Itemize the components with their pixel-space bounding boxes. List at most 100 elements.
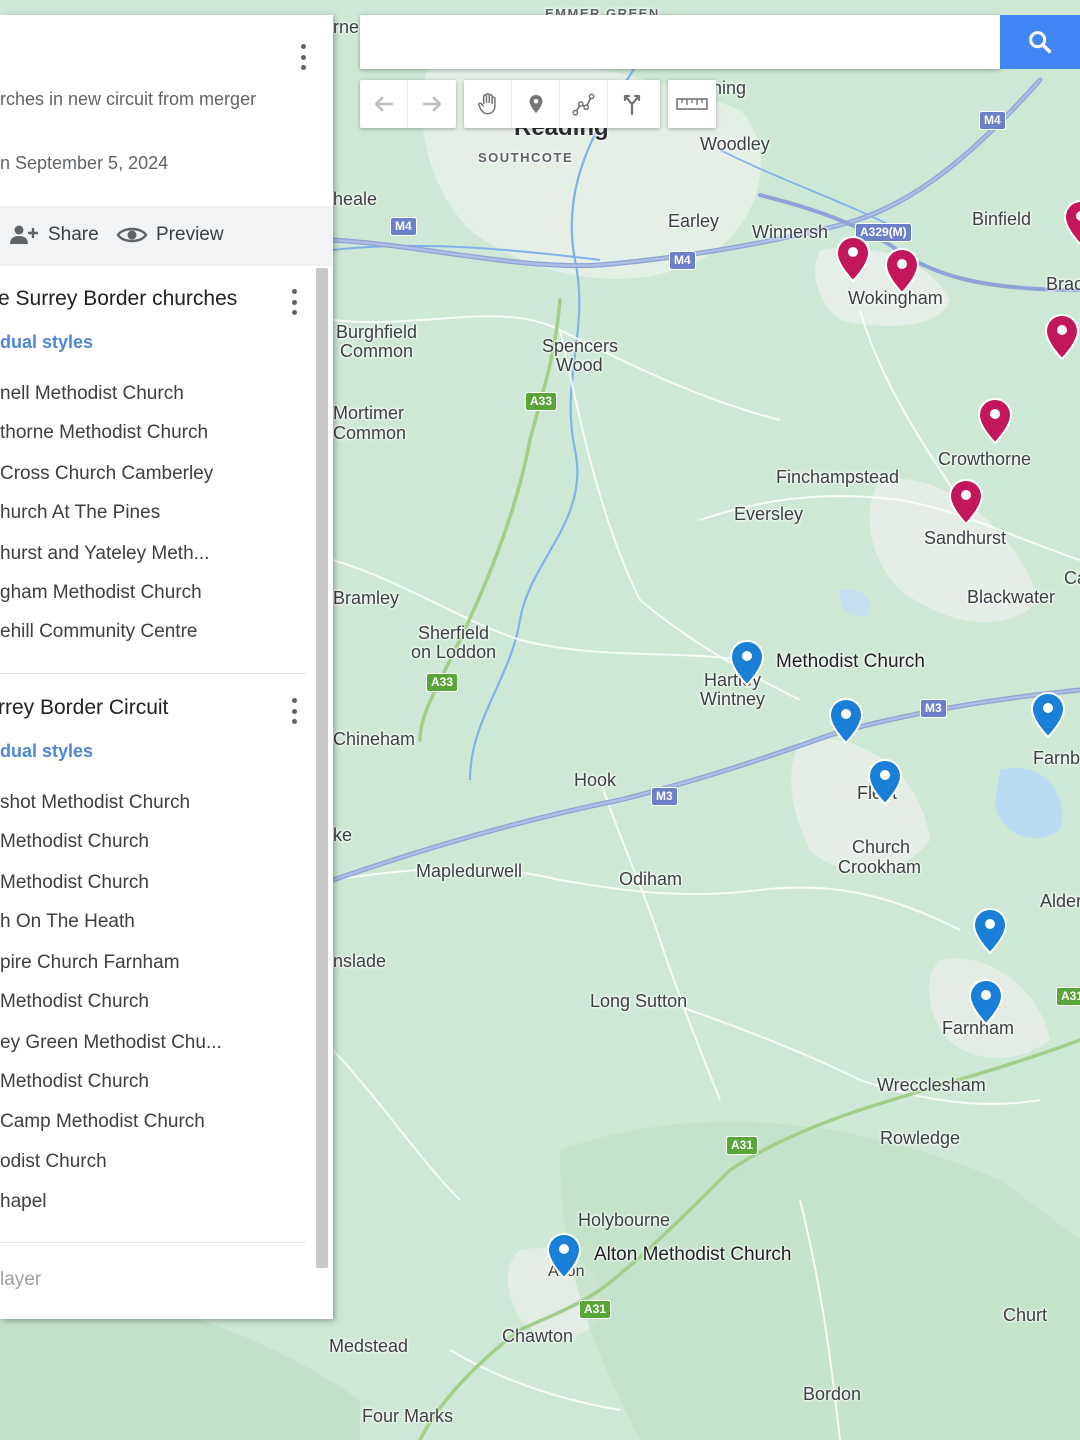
layer-list-item[interactable]: ehill Community Centre	[0, 621, 197, 643]
place-label-ning: ning	[712, 78, 747, 98]
place-label-long-sutton: Long Sutton	[590, 991, 688, 1011]
place-label-brac: Brac	[1046, 274, 1080, 294]
road-shield-m4: M4	[390, 217, 417, 236]
add-marker-tool[interactable]	[512, 80, 560, 128]
place-label-winnersh: Winnersh	[752, 222, 829, 242]
add-directions-tool[interactable]	[608, 80, 656, 128]
layer-list-item[interactable]: nell Methodist Church	[0, 383, 184, 405]
measure-group	[668, 80, 716, 128]
place-label-earley: Earley	[668, 211, 720, 231]
layer-list-item[interactable]: h On The Heath	[0, 911, 135, 933]
layer-title[interactable]: rrey Border Circuit	[0, 696, 168, 720]
place-label-binfield: Binfield	[972, 209, 1032, 229]
place-label-ca: Ca	[1064, 568, 1080, 588]
map-pin-blue[interactable]	[973, 908, 1007, 954]
place-label-spencers-wood: Wood	[556, 355, 603, 375]
place-label-rowledge: Rowledge	[880, 1128, 961, 1148]
layer-options-button[interactable]	[290, 698, 298, 724]
map-action-bar: Share Preview	[0, 206, 333, 266]
layer-list-item[interactable]: gham Methodist Church	[0, 582, 202, 604]
map-side-panel: t rches in new circuit from merger n Sep…	[0, 15, 333, 1319]
place-label-hartley-wintney: Wintney	[700, 689, 766, 709]
place-label-ke: ke	[333, 825, 353, 845]
layer-divider	[0, 1242, 306, 1243]
map-pin-blue[interactable]	[829, 698, 863, 744]
map-pin-magenta[interactable]	[1064, 200, 1080, 246]
layer-list-item[interactable]: ey Green Methodist Chu...	[0, 1032, 222, 1054]
place-label-crowthorne: Crowthorne	[938, 449, 1032, 469]
add-person-icon	[10, 225, 38, 244]
share-label: Share	[48, 224, 99, 245]
draw-line-tool[interactable]	[560, 80, 608, 128]
map-pin-magenta[interactable]	[885, 248, 919, 294]
place-label-churt: Churt	[1003, 1305, 1048, 1325]
layer-list-item[interactable]: Cross Church Camberley	[0, 463, 213, 485]
place-label-sherfield-on-loddon: on Loddon	[411, 642, 497, 662]
share-button[interactable]: Share	[8, 223, 99, 247]
layer-list-item[interactable]: hurst and Yateley Meth...	[0, 543, 209, 565]
map-description[interactable]: rches in new circuit from merger	[0, 89, 256, 110]
panel-scrollbar[interactable]	[316, 268, 328, 1268]
road-shield-a31: A31	[726, 1136, 759, 1155]
place-label-spencers: Spencers	[542, 336, 619, 356]
undo-button[interactable]	[360, 80, 408, 128]
search-input[interactable]	[360, 15, 1000, 69]
layer-list-item[interactable]: shot Methodist Church	[0, 792, 190, 814]
layer-styles-link[interactable]: dual styles	[0, 332, 93, 353]
search-icon	[1029, 31, 1052, 54]
map-pin-magenta[interactable]	[836, 236, 870, 282]
map-pin-blue[interactable]	[547, 1233, 581, 1279]
place-label-church-crookham: Crookham	[838, 857, 922, 877]
map-pin-magenta[interactable]	[978, 398, 1012, 444]
layer-list-item[interactable]: Methodist Church	[0, 831, 149, 853]
map-pin-blue[interactable]	[730, 640, 764, 686]
map-pin-blue[interactable]	[1031, 692, 1065, 738]
redo-button[interactable]	[408, 80, 456, 128]
add-layer-button[interactable]: layer	[0, 1269, 41, 1291]
place-label-rne: rne	[333, 17, 360, 37]
road-shield-m3: M3	[651, 787, 678, 806]
preview-button[interactable]: Preview	[116, 223, 224, 247]
layer-options-button[interactable]	[290, 289, 298, 315]
select-hand-tool[interactable]	[464, 80, 512, 128]
pin-label-methodist-church: Methodist Church	[776, 651, 925, 672]
place-label-medstead: Medstead	[329, 1336, 409, 1356]
layer-list-item[interactable]: pire Church Farnham	[0, 952, 180, 974]
road-shield-m3: M3	[920, 699, 947, 718]
hand-icon	[477, 93, 496, 115]
place-label-blackwater: Blackwater	[967, 587, 1056, 607]
layer-list-item[interactable]: hurch At The Pines	[0, 502, 160, 524]
layer-list-item[interactable]: Camp Methodist Church	[0, 1111, 205, 1133]
map-pin-blue[interactable]	[868, 759, 902, 805]
place-label-theale: heale	[333, 189, 378, 209]
place-label-bordon: Bordon	[803, 1384, 862, 1404]
map-last-edit-date: n September 5, 2024	[0, 153, 169, 173]
place-label-alder: Alder	[1040, 891, 1080, 911]
search-button[interactable]	[1000, 15, 1080, 69]
map-pin-blue[interactable]	[969, 979, 1003, 1025]
layer-list-item[interactable]: Methodist Church	[0, 991, 149, 1013]
place-label-eversley: Eversley	[734, 504, 804, 524]
layer-list-item[interactable]: odist Church	[0, 1151, 107, 1173]
undo-redo-group	[360, 80, 456, 128]
layer-list-item[interactable]: Methodist Church	[0, 872, 149, 894]
layer-list-item[interactable]: thorne Methodist Church	[0, 422, 208, 444]
ruler-icon	[676, 98, 708, 110]
map-pin-magenta[interactable]	[949, 479, 983, 525]
place-label-mortimer-common: Common	[333, 423, 407, 443]
place-label-mortimer: Mortimer	[333, 403, 404, 423]
place-label-nslade: nslade	[333, 951, 387, 971]
layer-title[interactable]: e Surrey Border churches	[0, 287, 237, 311]
place-label-bramley: Bramley	[333, 588, 400, 608]
layer-divider	[0, 673, 306, 674]
road-shield-m4: M4	[669, 251, 696, 270]
map-options-menu-button[interactable]	[299, 44, 307, 70]
layer-styles-link[interactable]: dual styles	[0, 741, 93, 762]
layer-list-item[interactable]: Methodist Church	[0, 1071, 149, 1093]
place-label-southcote: SOUTHCOTE	[478, 150, 574, 165]
layer-list-item[interactable]: hapel	[0, 1191, 47, 1213]
measure-tool[interactable]	[668, 80, 716, 128]
place-label-burghfield-common: Common	[340, 341, 414, 361]
map-pin-magenta[interactable]	[1045, 314, 1079, 360]
road-shield-m4: M4	[979, 111, 1006, 130]
